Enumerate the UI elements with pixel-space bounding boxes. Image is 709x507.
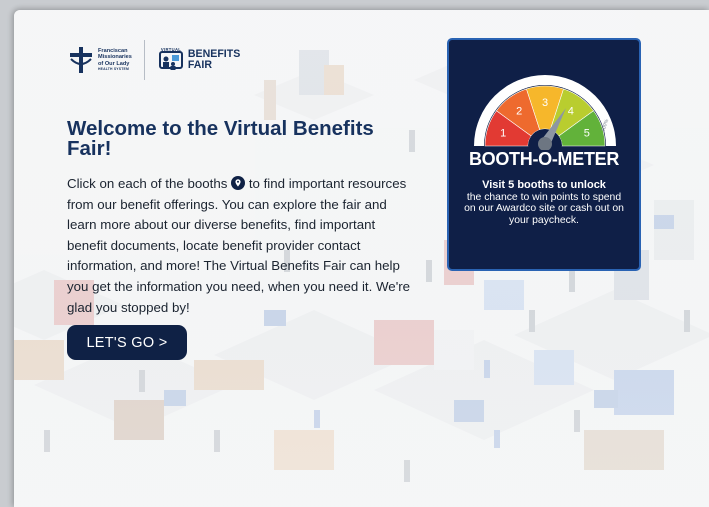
gauge-label-3: 3 bbox=[542, 97, 548, 109]
logo-divider bbox=[143, 40, 145, 80]
booth-o-meter-card: 12345 100% BOOTH-O-METER Visit 5 booths … bbox=[447, 38, 641, 271]
benefits-fair-virtual: VIRTUAL bbox=[160, 47, 182, 52]
franciscan-line-2: Missionaries bbox=[98, 54, 132, 61]
booth-o-meter-desc-bold: Visit 5 booths to unlock bbox=[482, 179, 606, 191]
welcome-body-start: Click on each of the booths bbox=[67, 176, 228, 191]
gauge-label-2: 2 bbox=[516, 105, 522, 117]
benefits-fair-line-2: FAIR bbox=[187, 59, 213, 71]
welcome-body-rest: to find important resources from our ben… bbox=[67, 176, 411, 315]
cross-icon bbox=[70, 47, 92, 73]
booth-o-meter-gauge: 12345 100% bbox=[474, 75, 616, 150]
lets-go-button[interactable]: LET'S GO > bbox=[67, 325, 187, 360]
logo-row: Franciscan Missionaries of Our Lady HEAL… bbox=[68, 40, 240, 80]
benefits-fair-logo: VIRTUAL BENEFITS FAIR bbox=[157, 47, 240, 72]
franciscan-line-4: HEALTH SYSTEM bbox=[98, 67, 129, 72]
map-pin-icon bbox=[231, 176, 246, 190]
welcome-title: Welcome to the Virtual Benefits Fair! bbox=[67, 117, 374, 160]
gauge-label-1: 1 bbox=[500, 127, 506, 139]
booth-o-meter-description: Visit 5 booths to unlock the chance to w… bbox=[461, 179, 627, 226]
booth-o-meter-desc-rest: the chance to win points to spend on our… bbox=[464, 191, 624, 226]
welcome-body: Click on each of the booths to find impo… bbox=[67, 174, 412, 318]
gauge-label-4: 4 bbox=[568, 105, 574, 117]
franciscan-logo: Franciscan Missionaries of Our Lady HEAL… bbox=[68, 45, 132, 75]
page-frame: Franciscan Missionaries of Our Lady HEAL… bbox=[14, 10, 709, 507]
booth-o-meter-title: BOOTH-O-METER bbox=[468, 149, 620, 169]
gauge-label-5: 5 bbox=[584, 127, 590, 139]
